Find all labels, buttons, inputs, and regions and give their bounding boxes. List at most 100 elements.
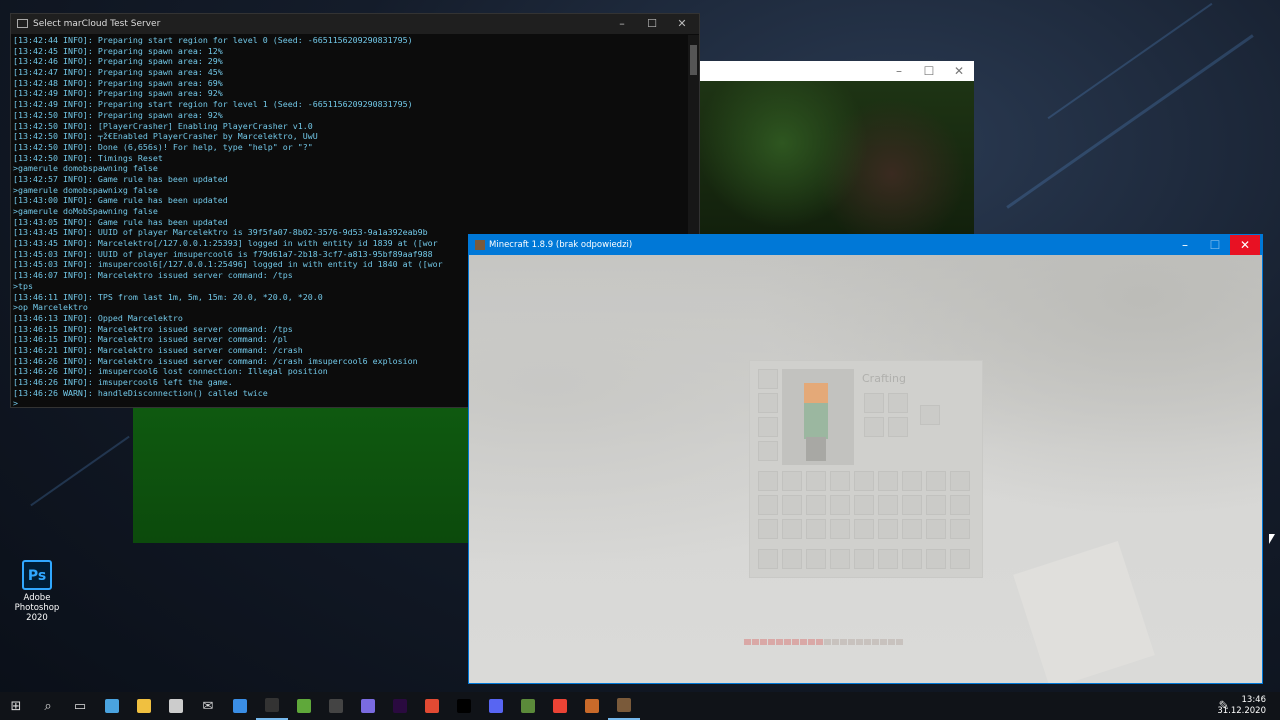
git-icon[interactable] — [416, 692, 448, 720]
close-icon[interactable]: ✕ — [667, 14, 697, 34]
obs-icon[interactable] — [320, 692, 352, 720]
inventory-slot[interactable] — [950, 495, 970, 515]
inventory-slot[interactable] — [854, 471, 874, 491]
inventory-slot[interactable] — [888, 417, 908, 437]
close-icon[interactable]: ✕ — [944, 61, 974, 81]
inventory-panel: Crafting — [749, 360, 983, 578]
discord-icon[interactable] — [480, 692, 512, 720]
console-line: >gamerule domobspawnixg false — [13, 184, 158, 195]
inventory-slot[interactable] — [758, 471, 778, 491]
mouse-cursor-icon — [1269, 534, 1275, 544]
git-icon-glyph — [425, 699, 439, 713]
task-view-icon[interactable]: ▭ — [64, 692, 96, 720]
minecraft-window[interactable]: Minecraft 1.8.9 (brak odpowiedzi) – ☐ ✕ … — [468, 234, 1263, 684]
console-line: >gamerule domobspawning false — [13, 163, 158, 174]
inventory-slot[interactable] — [806, 519, 826, 539]
inventory-slot[interactable] — [806, 495, 826, 515]
console-line: [13:42:44 INFO]: Preparing start region … — [13, 35, 413, 45]
armor-icon — [896, 639, 903, 645]
inventory-slot[interactable] — [758, 519, 778, 539]
console-titlebar[interactable]: Select marCloud Test Server – ☐ ✕ — [11, 14, 699, 34]
console-app-icon — [17, 19, 28, 28]
fox-app-icon[interactable] — [576, 692, 608, 720]
inventory-slot[interactable] — [830, 549, 850, 569]
clock-app-icon[interactable] — [160, 692, 192, 720]
file-explorer-icon[interactable] — [128, 692, 160, 720]
scrollbar-thumb[interactable] — [690, 45, 697, 75]
minimize-icon[interactable]: – — [607, 14, 637, 34]
inventory-slot[interactable] — [950, 471, 970, 491]
inventory-slot[interactable] — [926, 549, 946, 569]
background-game-window[interactable]: – ☐ ✕ — [700, 61, 974, 236]
inventory-slot[interactable] — [902, 549, 922, 569]
search-icon[interactable]: ⌕ — [32, 692, 64, 720]
mail-icon[interactable]: ✉ — [192, 692, 224, 720]
inventory-slot[interactable] — [854, 549, 874, 569]
minecraft-icon[interactable] — [512, 692, 544, 720]
notepad-icon[interactable] — [288, 692, 320, 720]
heart-icon — [808, 639, 815, 645]
inventory-slot[interactable] — [758, 417, 778, 437]
console-line: [13:42:50 INFO]: ┬ž€Enabled PlayerCrashe… — [13, 131, 318, 142]
maximize-icon[interactable]: ☐ — [1200, 235, 1230, 255]
inventory-slot[interactable] — [758, 393, 778, 413]
premiere-icon[interactable] — [384, 692, 416, 720]
minimize-icon[interactable]: – — [1170, 235, 1200, 255]
intellij-icon[interactable] — [448, 692, 480, 720]
inventory-slot[interactable] — [878, 519, 898, 539]
inventory-slot[interactable] — [926, 495, 946, 515]
close-icon[interactable]: ✕ — [1230, 235, 1260, 255]
desktop-icon-photoshop[interactable]: Ps Adobe Photoshop 2020 — [4, 560, 70, 623]
inventory-slot[interactable] — [758, 549, 778, 569]
inventory-slot[interactable] — [864, 393, 884, 413]
inventory-slot[interactable] — [806, 549, 826, 569]
chrome-icon[interactable] — [544, 692, 576, 720]
start-icon[interactable]: ⊞ — [0, 692, 32, 720]
inventory-slot[interactable] — [926, 519, 946, 539]
inventory-slot[interactable] — [854, 495, 874, 515]
minecraft-server-icon[interactable] — [608, 692, 640, 720]
pen-icon[interactable]: ✎ — [1208, 692, 1240, 720]
inventory-slot[interactable] — [758, 441, 778, 461]
inventory-slot[interactable] — [920, 405, 940, 425]
inventory-slot[interactable] — [926, 471, 946, 491]
inventory-slot[interactable] — [782, 519, 802, 539]
maximize-icon[interactable]: ☐ — [914, 61, 944, 81]
inventory-slot[interactable] — [854, 519, 874, 539]
inventory-slot[interactable] — [878, 495, 898, 515]
inventory-slot[interactable] — [758, 369, 778, 389]
inventory-slot[interactable] — [878, 471, 898, 491]
calendar-icon[interactable] — [224, 692, 256, 720]
minecraft-viewport[interactable]: Crafting — [469, 255, 1262, 683]
inventory-slot[interactable] — [950, 549, 970, 569]
inventory-slot[interactable] — [782, 549, 802, 569]
inventory-slot[interactable] — [902, 495, 922, 515]
inventory-slot[interactable] — [806, 471, 826, 491]
terminal-icon[interactable] — [256, 692, 288, 720]
inventory-slot[interactable] — [830, 519, 850, 539]
inventory-slot[interactable] — [782, 471, 802, 491]
heart-icon — [776, 639, 783, 645]
armor-icon — [832, 639, 839, 645]
inventory-slot[interactable] — [758, 495, 778, 515]
calendar-icon-glyph — [233, 699, 247, 713]
console-line: [13:42:46 INFO]: Preparing spawn area: 2… — [13, 56, 223, 67]
inventory-slot[interactable] — [782, 495, 802, 515]
inventory-slot[interactable] — [864, 417, 884, 437]
maximize-icon[interactable]: ☐ — [637, 14, 667, 34]
inventory-slot[interactable] — [878, 549, 898, 569]
calculator-icon[interactable] — [96, 692, 128, 720]
inventory-slot[interactable] — [830, 471, 850, 491]
inventory-slot[interactable] — [902, 471, 922, 491]
inventory-slot[interactable] — [830, 495, 850, 515]
cortana-icon-glyph — [361, 699, 375, 713]
inventory-slot[interactable] — [888, 393, 908, 413]
cortana-icon[interactable] — [352, 692, 384, 720]
background-window-titlebar[interactable]: – ☐ ✕ — [700, 61, 974, 81]
clock-app-icon-glyph — [169, 699, 183, 713]
minecraft-titlebar[interactable]: Minecraft 1.8.9 (brak odpowiedzi) – ☐ ✕ — [469, 235, 1262, 255]
console-line: [13:42:50 INFO]: Done (6,656s)! For help… — [13, 141, 313, 152]
inventory-slot[interactable] — [902, 519, 922, 539]
inventory-slot[interactable] — [950, 519, 970, 539]
minimize-icon[interactable]: – — [884, 61, 914, 81]
